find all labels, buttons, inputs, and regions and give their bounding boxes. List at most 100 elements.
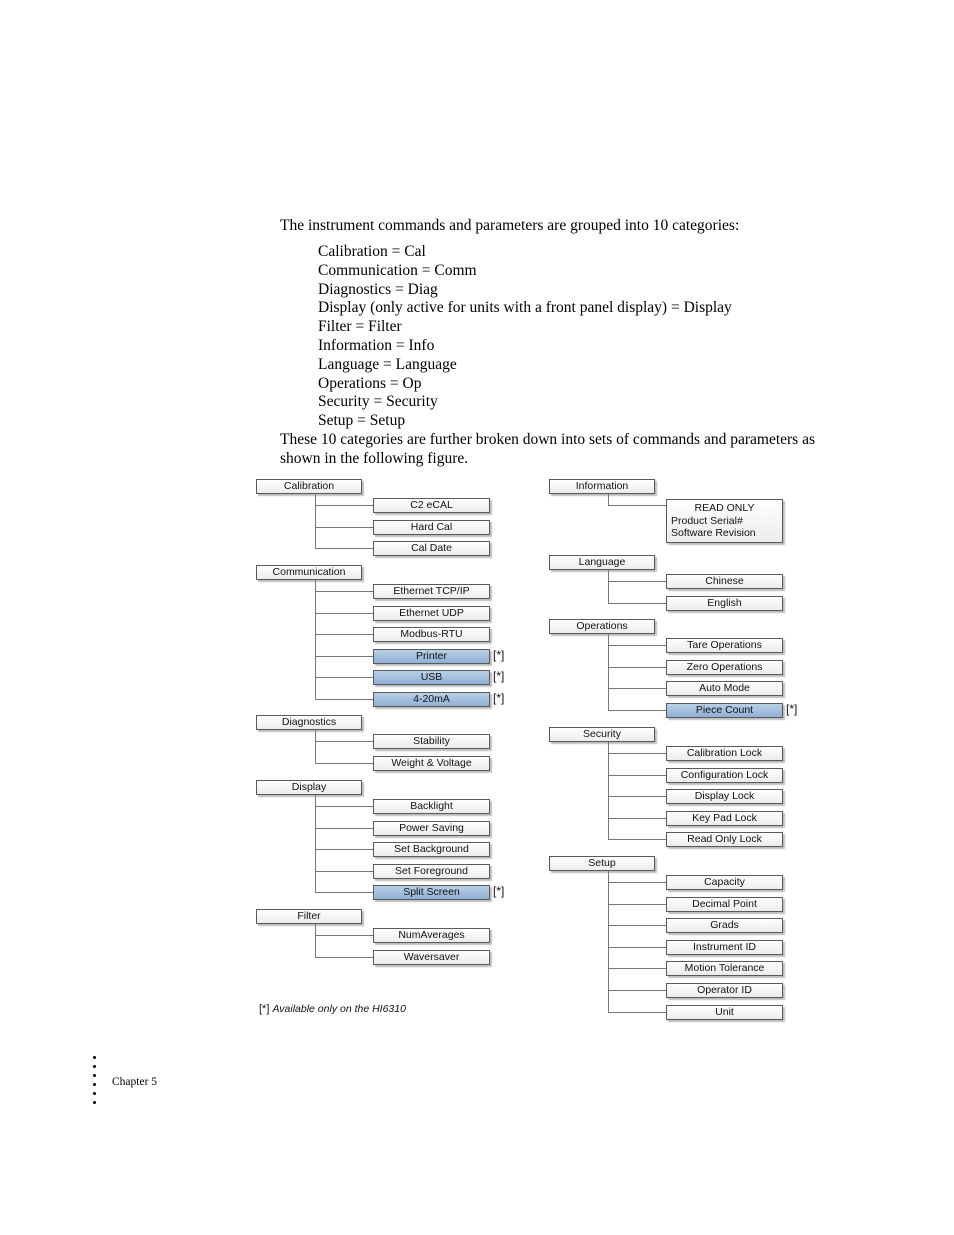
connector-line	[315, 763, 373, 764]
hi6310-only-marker: [*]	[786, 702, 798, 716]
connector-line	[608, 667, 666, 668]
subcommand-box-c2-ecal: C2 eCAL	[373, 498, 490, 513]
connector-line	[608, 839, 666, 840]
connector-line	[608, 882, 666, 883]
connector-trunk	[608, 634, 609, 711]
subcommand-box-calibration-lock: Calibration Lock	[666, 746, 783, 761]
connector-line	[608, 753, 666, 754]
connector-trunk	[315, 580, 316, 700]
connector-trunk	[608, 742, 609, 840]
subcommand-box-key-pad-lock: Key Pad Lock	[666, 811, 783, 826]
connector-line	[608, 904, 666, 905]
connector-trunk	[315, 494, 316, 549]
connector-line	[608, 688, 666, 689]
subcommand-box-stability: Stability	[373, 734, 490, 749]
connector-line	[315, 634, 373, 635]
connector-line	[315, 677, 373, 678]
category-box-setup: Setup	[549, 856, 655, 871]
connector-line	[315, 591, 373, 592]
category-box-security: Security	[549, 727, 655, 742]
hi6310-only-marker: [*]	[493, 669, 505, 683]
connector-line	[608, 1012, 666, 1013]
subcommand-box-motion-tolerance: Motion Tolerance	[666, 961, 783, 976]
subcommand-box-backlight: Backlight	[373, 799, 490, 814]
subcommand-box-numaverages: NumAverages	[373, 928, 490, 943]
connector-line	[315, 656, 373, 657]
subcommand-box-ethernet-udp: Ethernet UDP	[373, 606, 490, 621]
connector-line	[315, 828, 373, 829]
info-box-read-only: READ ONLY Product Serial# Software Revisio…	[666, 499, 783, 543]
subcommand-box-auto-mode: Auto Mode	[666, 681, 783, 696]
hi6310-only-marker: [*]	[493, 691, 505, 705]
connector-line	[315, 699, 373, 700]
footnote: [*] Available only on the HI6310	[259, 1003, 406, 1015]
footer-bullet-dots	[93, 1056, 96, 1110]
subcommand-box-weight-voltage: Weight & Voltage	[373, 756, 490, 771]
subcommand-box-cal-date: Cal Date	[373, 541, 490, 556]
subcommand-box-usb: USB	[373, 670, 490, 685]
category-box-display: Display	[256, 780, 362, 795]
category-box-language: Language	[549, 555, 655, 570]
subcommand-box-tare-operations: Tare Operations	[666, 638, 783, 653]
hi6310-only-marker: [*]	[493, 648, 505, 662]
subcommand-box-unit: Unit	[666, 1005, 783, 1020]
connector-line	[608, 645, 666, 646]
subcommand-box-set-foreground: Set Foreground	[373, 864, 490, 879]
connector-line	[315, 806, 373, 807]
connector-line	[608, 603, 666, 604]
connector-line	[608, 710, 666, 711]
subcommand-box-ethernet-tcp-ip: Ethernet TCP/IP	[373, 584, 490, 599]
connector-line	[315, 957, 373, 958]
subcommand-box-read-only-lock: Read Only Lock	[666, 832, 783, 847]
footnote-marker: [*]	[259, 1003, 270, 1015]
category-box-operations: Operations	[549, 619, 655, 634]
subcommand-box-decimal-point: Decimal Point	[666, 897, 783, 912]
subcommand-box-waversaver: Waversaver	[373, 950, 490, 965]
category-box-filter: Filter	[256, 909, 362, 924]
subcommand-box-split-screen: Split Screen	[373, 885, 490, 900]
subcommand-box-hard-cal: Hard Cal	[373, 520, 490, 535]
chapter-label: Chapter 5	[112, 1076, 158, 1088]
footnote-text: Available only on the HI6310	[272, 1003, 406, 1015]
connector-trunk	[608, 570, 609, 604]
subcommand-box-instrument-id: Instrument ID	[666, 940, 783, 955]
connector-line	[315, 871, 373, 872]
connector-line	[315, 527, 373, 528]
subcommand-box-grads: Grads	[666, 918, 783, 933]
connector-line	[315, 741, 373, 742]
category-box-communication: Communication	[256, 565, 362, 580]
connector-line	[608, 990, 666, 991]
subcommand-box-chinese: Chinese	[666, 574, 783, 589]
connector-trunk	[608, 871, 609, 1013]
subcommand-box-capacity: Capacity	[666, 875, 783, 890]
subcommand-box-set-background: Set Background	[373, 842, 490, 857]
connector-line	[608, 775, 666, 776]
connector-trunk	[315, 730, 316, 764]
info-line: Software Revision	[671, 527, 756, 539]
subcommand-box-piece-count: Piece Count	[666, 703, 783, 718]
connector-line	[315, 935, 373, 936]
info-line: Product Serial#	[671, 514, 743, 527]
connector-line	[315, 849, 373, 850]
category-box-calibration: Calibration	[256, 479, 362, 494]
category-box-diagnostics: Diagnostics	[256, 715, 362, 730]
connector-line	[608, 947, 666, 948]
connector-trunk	[315, 795, 316, 893]
connector-line	[315, 613, 373, 614]
info-title: READ ONLY	[694, 502, 755, 514]
connector-line	[608, 925, 666, 926]
connector-line	[608, 796, 666, 797]
connector-line	[315, 548, 373, 549]
connector-line	[608, 581, 666, 582]
subcommand-box-power-saving: Power Saving	[373, 821, 490, 836]
connector-line	[315, 505, 373, 506]
subcommand-box-4-20ma: 4-20mA	[373, 692, 490, 707]
connector-line	[608, 968, 666, 969]
subcommand-box-modbus-rtu: Modbus-RTU	[373, 627, 490, 642]
connector-line	[315, 892, 373, 893]
subcommand-box-english: English	[666, 596, 783, 611]
subcommand-box-configuration-lock: Configuration Lock	[666, 768, 783, 783]
command-tree-diagram: Calibration C2 eCAL Hard Cal Cal Date Commun…	[0, 0, 954, 1235]
subcommand-box-printer: Printer	[373, 649, 490, 664]
subcommand-box-display-lock: Display Lock	[666, 789, 783, 804]
